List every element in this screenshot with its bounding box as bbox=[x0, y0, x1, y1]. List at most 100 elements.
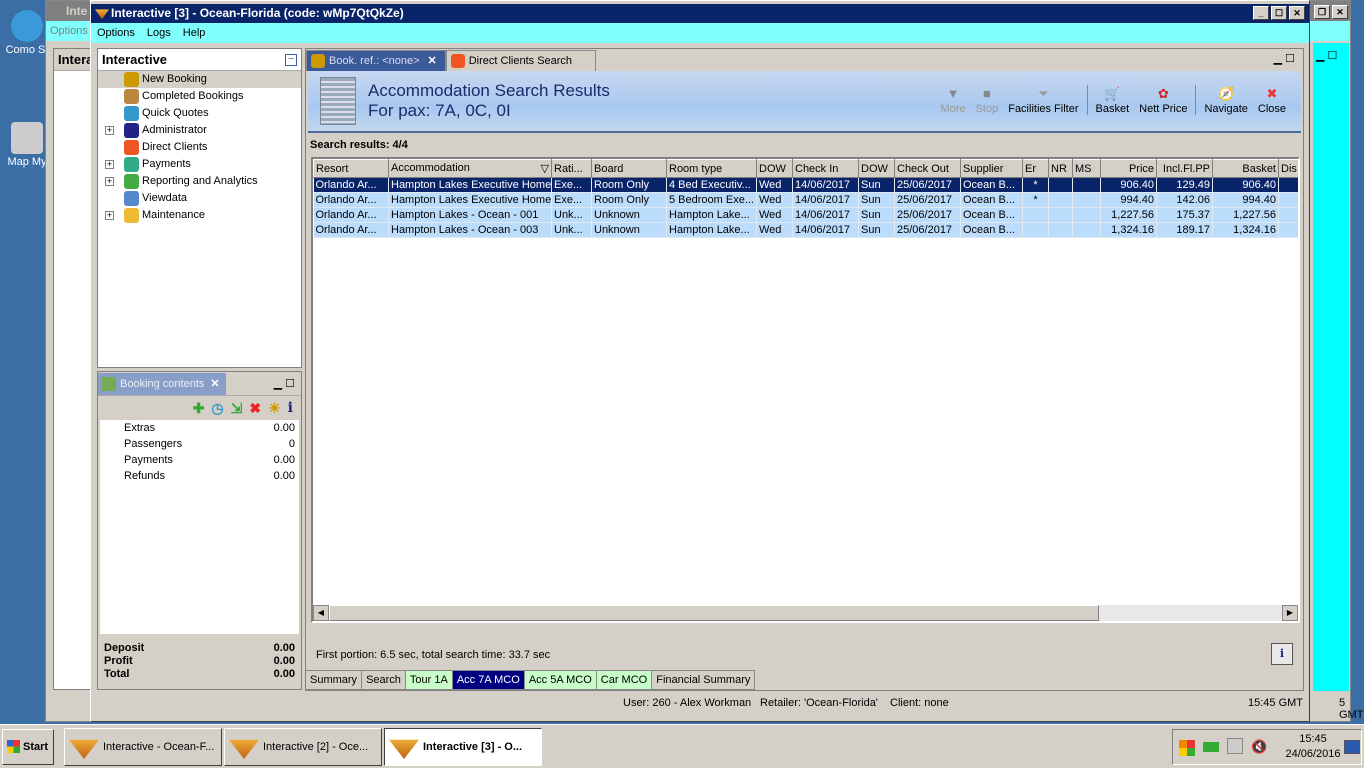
scroll-thumb[interactable] bbox=[329, 605, 1099, 621]
nav-item[interactable]: Completed Bookings bbox=[98, 88, 301, 105]
back-panel-buttons[interactable]: ▁ ☐ bbox=[1316, 49, 1337, 62]
navigate-button[interactable]: 🧭 Navigate bbox=[1199, 85, 1252, 115]
bottom-tab[interactable]: Summary bbox=[306, 671, 363, 689]
show-desktop-icon[interactable] bbox=[1344, 740, 1360, 754]
add-icon[interactable]: ✚ bbox=[193, 400, 205, 417]
nav-item[interactable]: Quick Quotes bbox=[98, 105, 301, 122]
close-tab-icon[interactable]: ✕ bbox=[210, 378, 219, 390]
scroll-right-button[interactable]: ▶ bbox=[1282, 605, 1298, 621]
tab[interactable]: Direct Clients Search bbox=[445, 50, 596, 71]
close-window-button[interactable]: ✕ bbox=[1289, 6, 1305, 20]
scroll-left-button[interactable]: ◀ bbox=[313, 605, 329, 621]
network-card-icon[interactable] bbox=[1203, 742, 1219, 752]
menu-options[interactable]: Options bbox=[91, 27, 141, 39]
table-cell: 906.40 bbox=[1100, 177, 1157, 193]
column-header[interactable]: Price bbox=[1100, 159, 1157, 178]
clock-date[interactable]: 24/06/2016 bbox=[1275, 748, 1351, 760]
column-header[interactable]: Er bbox=[1022, 159, 1049, 178]
booking-row: Extras 0.00 bbox=[100, 422, 299, 438]
info-button[interactable]: i bbox=[1271, 643, 1293, 665]
basket-add-icon[interactable]: ⇲ bbox=[231, 400, 243, 417]
table-row[interactable]: Orlando Ar... Hampton Lakes - Ocean - 003… bbox=[313, 222, 1298, 238]
bottom-tab[interactable]: Acc 5A MCO bbox=[524, 671, 597, 689]
bottom-tab[interactable]: Tour 1A bbox=[405, 671, 453, 689]
clock-icon[interactable]: ◷ bbox=[211, 400, 223, 417]
table-row[interactable]: Orlando Ar... Hampton Lakes Executive Hom… bbox=[313, 192, 1298, 208]
nav-item[interactable]: New Booking bbox=[98, 71, 301, 88]
table-row[interactable]: Orlando Ar... Hampton Lakes - Ocean - 001… bbox=[313, 207, 1298, 223]
close-tab-icon[interactable]: ✕ bbox=[428, 55, 437, 67]
palm-icon[interactable]: ☀ bbox=[268, 400, 281, 417]
content-min-max[interactable]: ▁ ☐ bbox=[1274, 52, 1295, 65]
maximize-button[interactable]: ☐ bbox=[1271, 6, 1287, 20]
clock-time[interactable]: 15:45 bbox=[1283, 733, 1343, 745]
nav-item[interactable]: Direct Clients bbox=[98, 139, 301, 156]
network-icon[interactable] bbox=[1227, 738, 1243, 754]
column-header[interactable]: Room type bbox=[666, 159, 757, 178]
column-header[interactable]: Resort bbox=[313, 159, 389, 178]
column-header[interactable]: Accommodation ▽ bbox=[388, 159, 552, 178]
close-button[interactable]: ✖ Close bbox=[1253, 85, 1291, 115]
nav-item[interactable]: + Payments bbox=[98, 156, 301, 173]
expand-icon[interactable]: + bbox=[105, 177, 114, 186]
minimize-button[interactable]: _ bbox=[1253, 6, 1269, 20]
bottom-tab[interactable]: Financial Summary bbox=[652, 671, 756, 689]
column-header[interactable]: Supplier bbox=[960, 159, 1023, 178]
avg-icon[interactable] bbox=[1179, 740, 1195, 756]
toolbar-label: Nett Price bbox=[1139, 103, 1188, 115]
table-row[interactable]: Orlando Ar... Hampton Lakes Executive Hom… bbox=[313, 177, 1298, 193]
restore-button[interactable]: ❐ bbox=[1314, 5, 1330, 19]
volume-muted-icon[interactable]: 🔇 bbox=[1251, 739, 1267, 755]
column-header[interactable]: Check In bbox=[792, 159, 859, 178]
table-cell: 25/06/2017 bbox=[894, 222, 961, 238]
expand-icon[interactable]: + bbox=[105, 126, 114, 135]
nav-item[interactable]: + Reporting and Analytics bbox=[98, 173, 301, 190]
info-icon[interactable]: i bbox=[288, 400, 293, 416]
column-header[interactable]: Dis bbox=[1278, 159, 1298, 178]
nett-price-button[interactable]: ✿ Nett Price bbox=[1134, 85, 1192, 115]
basket-button[interactable]: 🛒 Basket bbox=[1091, 85, 1135, 115]
taskbar-button[interactable]: Interactive [2] - Oce... bbox=[224, 728, 382, 766]
bottom-tab[interactable]: Car MCO bbox=[596, 671, 653, 689]
booking-row-label: Passengers bbox=[124, 438, 183, 450]
column-header[interactable]: DOW bbox=[858, 159, 895, 178]
taskbar-button[interactable]: Interactive [3] - O... bbox=[384, 728, 542, 766]
table-cell: 1,227.56 bbox=[1100, 207, 1157, 223]
column-header[interactable]: NR bbox=[1048, 159, 1073, 178]
panel-min-max[interactable]: ▁ ☐ bbox=[274, 377, 295, 390]
expand-icon[interactable]: + bbox=[105, 160, 114, 169]
nett-price-icon: ✿ bbox=[1157, 86, 1169, 101]
column-header[interactable]: MS bbox=[1072, 159, 1101, 178]
booking-contents-tab[interactable]: Booking contents ✕ bbox=[98, 372, 226, 395]
filter-icon[interactable]: ▽ bbox=[541, 162, 549, 175]
bottom-tab[interactable]: Acc 7A MCO bbox=[452, 671, 525, 689]
horizontal-scrollbar[interactable]: ◀ ▶ bbox=[313, 605, 1298, 621]
bottom-tab[interactable]: Search bbox=[362, 671, 406, 689]
booking-row: Passengers 0 bbox=[100, 438, 299, 454]
column-header[interactable]: Check Out bbox=[894, 159, 961, 178]
menu-logs[interactable]: Logs bbox=[141, 27, 177, 39]
column-header[interactable]: DOW bbox=[756, 159, 793, 178]
table-cell bbox=[1048, 207, 1073, 223]
tab[interactable]: Book. ref.: <none> ✕ bbox=[306, 50, 446, 71]
table-cell: Hampton Lake... bbox=[666, 207, 757, 223]
column-header[interactable]: Rati... bbox=[551, 159, 592, 178]
collapse-icon[interactable]: − bbox=[285, 54, 297, 66]
column-header[interactable]: Incl.Fl.PP bbox=[1156, 159, 1213, 178]
back-nav-panel: Intera bbox=[53, 48, 93, 690]
menu-help[interactable]: Help bbox=[177, 27, 212, 39]
close-button[interactable]: ✕ bbox=[1332, 5, 1348, 19]
taskbar-button[interactable]: Interactive - Ocean-F... bbox=[64, 728, 222, 766]
start-button[interactable]: Start bbox=[2, 729, 54, 765]
more-button[interactable]: ▼ More bbox=[936, 85, 971, 115]
nav-item[interactable]: Viewdata bbox=[98, 190, 301, 207]
column-header[interactable]: Basket bbox=[1212, 159, 1279, 178]
facilities-filter-button[interactable]: ⏷ Facilities Filter bbox=[1003, 85, 1083, 115]
nav-item-label: New Booking bbox=[142, 73, 207, 85]
column-header[interactable]: Board bbox=[591, 159, 667, 178]
stop-button[interactable]: ■ Stop bbox=[971, 85, 1004, 115]
delete-icon[interactable]: ✖ bbox=[249, 400, 261, 417]
nav-item[interactable]: + Administrator bbox=[98, 122, 301, 139]
expand-icon[interactable]: + bbox=[105, 211, 114, 220]
nav-item[interactable]: + Maintenance bbox=[98, 207, 301, 224]
